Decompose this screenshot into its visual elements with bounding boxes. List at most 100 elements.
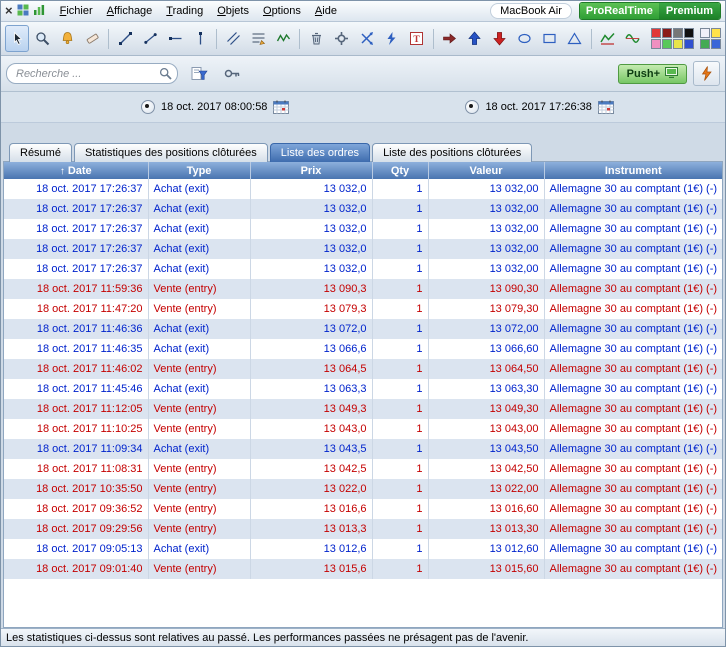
zigzag-tool[interactable]	[271, 25, 295, 52]
cell-prix: 13 072,0	[250, 319, 373, 339]
indicator-updown-tool[interactable]	[596, 25, 620, 52]
order-row[interactable]: 18 oct. 2017 11:59:36 Vente (entry) 13 090…	[4, 279, 722, 299]
order-row[interactable]: 18 oct. 2017 11:12:05 Vente (entry) 13 049…	[4, 399, 722, 419]
delete-tool[interactable]	[304, 25, 328, 52]
menu-affichage[interactable]: Affichage	[100, 3, 160, 19]
cell-instrument: Allemagne 30 au comptant (1€) (-)	[549, 303, 718, 315]
indicator-wave-tool[interactable]	[621, 25, 645, 52]
order-row[interactable]: 18 oct. 2017 09:29:56 Vente (entry) 13 013…	[4, 519, 722, 539]
order-row[interactable]: 18 oct. 2017 09:05:13 Achat (exit) 13 012,…	[4, 539, 722, 559]
cell-instrument: Allemagne 30 au comptant (1€) (-)	[549, 563, 718, 575]
horizontal-line-tool[interactable]	[163, 25, 187, 52]
order-row[interactable]: 18 oct. 2017 11:47:20 Vente (entry) 13 079…	[4, 299, 722, 319]
color-swatch[interactable]	[683, 28, 694, 38]
search-icon[interactable]	[159, 67, 172, 83]
color-swatch[interactable]	[661, 39, 672, 49]
column-header-type[interactable]: Type	[148, 162, 251, 179]
chart-icon[interactable]	[33, 4, 45, 19]
alerts-tool[interactable]	[55, 25, 79, 52]
tab-resume[interactable]: Résumé	[9, 143, 72, 162]
cell-instrument: Allemagne 30 au comptant (1€) (-)	[549, 543, 718, 555]
workspace-icon[interactable]	[17, 4, 29, 19]
close-icon[interactable]: ×	[5, 4, 13, 17]
push-button[interactable]: Push+	[617, 63, 687, 84]
cell-qty: 1	[372, 379, 429, 399]
color-swatch[interactable]	[710, 39, 721, 49]
order-row[interactable]: 18 oct. 2017 11:46:35 Achat (exit) 13 066,…	[4, 339, 722, 359]
cell-prix: 13 079,3	[250, 299, 373, 319]
order-row[interactable]: 18 oct. 2017 17:26:37 Achat (exit) 13 032,…	[4, 239, 722, 259]
menu-trading[interactable]: Trading	[159, 3, 210, 19]
arrow-right-tool[interactable]	[438, 25, 462, 52]
cell-valeur: 13 032,00	[428, 259, 545, 279]
order-row[interactable]: 18 oct. 2017 11:45:46 Achat (exit) 13 063,…	[4, 379, 722, 399]
cell-prix: 13 032,0	[250, 199, 373, 219]
color-swatch[interactable]	[699, 28, 710, 38]
end-calendar-button[interactable]	[597, 100, 614, 114]
order-row[interactable]: 18 oct. 2017 17:26:37 Achat (exit) 13 032,…	[4, 219, 722, 239]
ellipse-tool[interactable]	[513, 25, 537, 52]
flash-orders-button[interactable]	[693, 61, 720, 86]
order-row[interactable]: 18 oct. 2017 11:46:36 Achat (exit) 13 072,…	[4, 319, 722, 339]
order-row[interactable]: 18 oct. 2017 09:36:52 Vente (entry) 13 016…	[4, 499, 722, 519]
trend-line-tool[interactable]	[113, 25, 137, 52]
settings-tool[interactable]	[329, 25, 353, 52]
tab-liste-des-positions-cloturees[interactable]: Liste des positions clôturées	[372, 143, 533, 162]
menu-options[interactable]: Options	[256, 3, 308, 19]
order-row[interactable]: 18 oct. 2017 17:26:37 Achat (exit) 13 032,…	[4, 259, 722, 279]
cell-type: Achat (exit)	[148, 259, 251, 279]
color-swatch[interactable]	[683, 39, 694, 49]
color-swatch[interactable]	[650, 28, 661, 38]
color-swatch[interactable]	[672, 39, 683, 49]
column-header-qty[interactable]: Qty	[372, 162, 429, 179]
order-row[interactable]: 18 oct. 2017 17:26:37 Achat (exit) 13 032,…	[4, 199, 722, 219]
eraser-tool[interactable]	[80, 25, 104, 52]
cell-prix: 13 013,3	[250, 519, 373, 539]
start-calendar-button[interactable]	[273, 100, 290, 114]
arrow-up-tool[interactable]	[463, 25, 487, 52]
rectangle-tool[interactable]	[538, 25, 562, 52]
order-row[interactable]: 18 oct. 2017 11:10:25 Vente (entry) 13 043…	[4, 419, 722, 439]
tab-statistiques-des-positions-cloturees[interactable]: Statistiques des positions clôturées	[73, 143, 268, 162]
flash-tool[interactable]	[380, 25, 404, 52]
color-swatch[interactable]	[672, 28, 683, 38]
cell-valeur: 13 015,60	[428, 559, 545, 579]
arrow-down-tool[interactable]	[488, 25, 512, 52]
zoom-tool[interactable]	[30, 25, 54, 52]
segment-tool[interactable]	[138, 25, 162, 52]
cell-prix: 13 090,3	[250, 279, 373, 299]
color-swatch[interactable]	[710, 28, 721, 38]
end-time-radio[interactable]	[465, 100, 480, 114]
color-swatch[interactable]	[699, 39, 710, 49]
key-icon[interactable]	[220, 63, 244, 85]
tab-liste-des-ordres[interactable]: Liste des ordres	[269, 143, 371, 162]
menu-objets[interactable]: Objets	[210, 3, 256, 19]
advanced-search-icon[interactable]	[187, 63, 211, 85]
push-button-label: Push+	[626, 67, 660, 80]
order-row[interactable]: 18 oct. 2017 11:46:02 Vente (entry) 13 064…	[4, 359, 722, 379]
vertical-line-tool[interactable]	[188, 25, 212, 52]
start-time-radio[interactable]	[141, 100, 155, 114]
cell-prix: 13 042,5	[250, 459, 373, 479]
menu-aide[interactable]: Aide	[308, 3, 344, 19]
color-swatch[interactable]	[661, 28, 672, 38]
column-header-instrument[interactable]: Instrument	[544, 162, 722, 179]
menu-fichier[interactable]: Fichier	[53, 3, 100, 19]
order-row[interactable]: 18 oct. 2017 10:35:50 Vente (entry) 13 022…	[4, 479, 722, 499]
order-row[interactable]: 18 oct. 2017 09:01:40 Vente (entry) 13 015…	[4, 559, 722, 579]
color-swatch[interactable]	[650, 39, 661, 49]
column-header-date[interactable]: ↑ Date	[4, 162, 149, 179]
order-row[interactable]: 18 oct. 2017 11:08:31 Vente (entry) 13 042…	[4, 459, 722, 479]
fibonacci-tool[interactable]	[246, 25, 270, 52]
triangle-tool[interactable]	[563, 25, 587, 52]
column-header-valeur[interactable]: Valeur	[428, 162, 545, 179]
cell-type: Achat (exit)	[148, 539, 251, 559]
column-header-prix[interactable]: Prix	[250, 162, 373, 179]
text-tool[interactable]: T	[405, 25, 429, 52]
channel-tool[interactable]	[221, 25, 245, 52]
order-row[interactable]: 18 oct. 2017 17:26:37 Achat (exit) 13 032,…	[4, 179, 722, 199]
search-input[interactable]	[6, 63, 178, 84]
pointer-tool[interactable]	[5, 25, 30, 52]
cross-arrows-tool[interactable]	[354, 25, 378, 52]
order-row[interactable]: 18 oct. 2017 11:09:34 Achat (exit) 13 043,…	[4, 439, 722, 459]
